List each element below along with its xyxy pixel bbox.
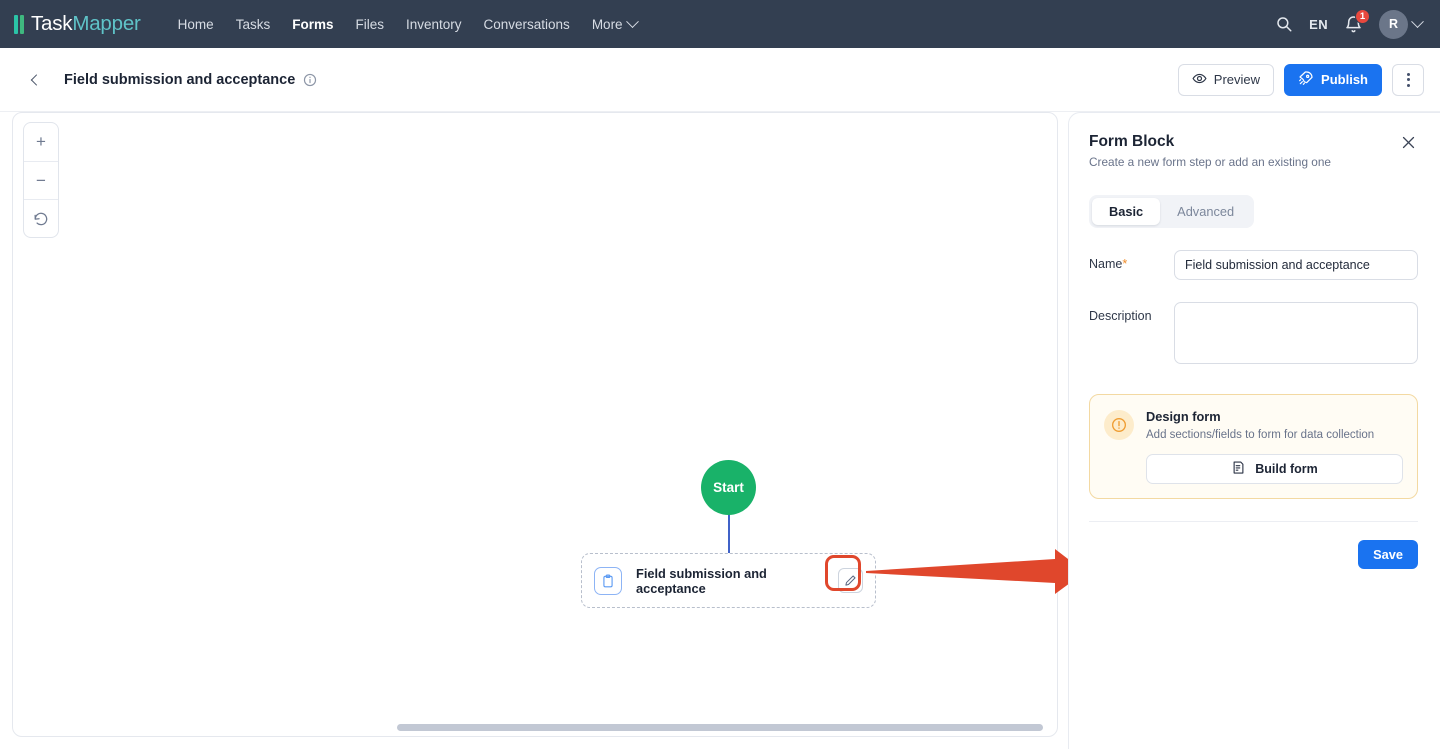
panel-tabs: Basic Advanced xyxy=(1089,195,1255,228)
close-icon[interactable] xyxy=(1399,133,1418,157)
build-form-button[interactable]: Build form xyxy=(1146,454,1403,484)
reset-rotate-icon[interactable] xyxy=(24,199,58,237)
avatar: R xyxy=(1379,9,1408,39)
search-icon[interactable] xyxy=(1275,15,1293,33)
panel-title: Form Block xyxy=(1089,133,1175,150)
nav-item-files[interactable]: Files xyxy=(344,11,395,38)
publish-button-label: Publish xyxy=(1321,72,1368,87)
app-logo[interactable]: TaskMapper xyxy=(14,12,141,36)
canvas-horizontal-scrollbar[interactable] xyxy=(14,722,1057,732)
pencil-icon[interactable] xyxy=(838,568,863,593)
description-field-label: Description xyxy=(1089,309,1152,323)
back-button[interactable] xyxy=(22,67,48,93)
primary-nav-links: Home Tasks Forms Files Inventory Convers… xyxy=(167,11,648,38)
canvas-scrollbar-thumb[interactable] xyxy=(397,724,1043,731)
user-menu[interactable]: R xyxy=(1379,9,1424,39)
bars-logo-icon xyxy=(14,14,24,34)
name-input[interactable] xyxy=(1174,250,1418,280)
start-node-label: Start xyxy=(713,480,744,495)
design-form-callout: Design form Add sections/fields to form … xyxy=(1089,394,1418,499)
tab-advanced[interactable]: Advanced xyxy=(1160,198,1251,225)
rocket-icon xyxy=(1298,70,1314,89)
name-field-label: Name* xyxy=(1089,250,1174,271)
page-title: Field submission and acceptance xyxy=(64,72,317,88)
chevron-left-icon xyxy=(30,73,43,86)
chevron-down-icon xyxy=(1411,14,1424,28)
info-circle-icon[interactable] xyxy=(303,73,317,87)
save-button[interactable]: Save xyxy=(1358,540,1418,569)
top-navigation-bar: TaskMapper Home Tasks Forms Files Invent… xyxy=(0,0,1440,48)
form-block-panel: Form Block Create a new form step or add… xyxy=(1068,112,1440,749)
panel-divider xyxy=(1089,521,1418,522)
tab-basic[interactable]: Basic xyxy=(1092,198,1161,225)
nav-item-more[interactable]: More xyxy=(581,11,648,38)
flow-connector-line xyxy=(728,513,730,555)
required-marker: * xyxy=(1122,257,1128,271)
description-textarea[interactable] xyxy=(1174,302,1418,364)
page-sub-header: Field submission and acceptance Preview … xyxy=(0,48,1440,112)
callout-body: Design form Add sections/fields to form … xyxy=(1146,409,1403,484)
nav-item-tasks[interactable]: Tasks xyxy=(225,11,282,38)
form-block-node-label: Field submission and acceptance xyxy=(636,565,767,596)
callout-title: Design form xyxy=(1146,409,1221,424)
callout-subtitle: Add sections/fields to form for data col… xyxy=(1146,429,1375,441)
build-form-button-label: Build form xyxy=(1255,462,1318,476)
nav-item-more-label: More xyxy=(591,16,623,32)
publish-button[interactable]: Publish xyxy=(1284,63,1382,96)
start-node[interactable]: Start xyxy=(701,460,756,515)
chevron-down-icon xyxy=(625,14,639,28)
zoom-in-button[interactable]: + xyxy=(24,123,58,161)
bell-icon[interactable]: 1 xyxy=(1344,8,1370,34)
name-field-label-text: Name xyxy=(1089,257,1123,271)
kebab-menu-icon[interactable] xyxy=(1392,63,1424,96)
eye-icon xyxy=(1192,71,1207,89)
nav-item-conversations[interactable]: Conversations xyxy=(473,11,581,38)
name-field-row: Name* xyxy=(1089,250,1418,280)
form-document-icon xyxy=(1231,460,1246,478)
language-selector[interactable]: EN xyxy=(1309,17,1328,32)
nav-item-forms[interactable]: Forms xyxy=(281,11,344,38)
nav-right-actions: EN 1 R xyxy=(1275,8,1424,39)
flow-canvas[interactable]: + − Start Field submission and acceptanc… xyxy=(12,112,1058,737)
logo-text-primary: Task xyxy=(31,12,73,35)
preview-button-label: Preview xyxy=(1213,72,1261,87)
alert-circle-icon xyxy=(1104,410,1134,440)
panel-subtitle: Create a new form step or add an existin… xyxy=(1089,155,1331,169)
clipboard-icon xyxy=(594,566,622,595)
form-block-node[interactable]: Field submission and acceptance xyxy=(581,553,876,608)
panel-footer: Save xyxy=(1089,540,1418,569)
header-actions: Preview Publish xyxy=(1177,63,1424,96)
description-field-row: Description xyxy=(1089,302,1418,364)
workspace-body: + − Start Field submission and acceptanc… xyxy=(0,112,1440,749)
logo-text: TaskMapper xyxy=(31,12,141,36)
panel-header: Form Block Create a new form step or add… xyxy=(1089,133,1418,169)
zoom-out-button[interactable]: − xyxy=(24,161,58,199)
logo-text-secondary: Mapper xyxy=(72,12,141,35)
page-title-text: Field submission and acceptance xyxy=(64,71,296,88)
nav-item-inventory[interactable]: Inventory xyxy=(395,11,473,38)
preview-button[interactable]: Preview xyxy=(1177,63,1275,96)
canvas-zoom-controls: + − xyxy=(23,122,59,238)
notification-count-badge: 1 xyxy=(1355,8,1370,24)
nav-item-home[interactable]: Home xyxy=(167,11,225,38)
